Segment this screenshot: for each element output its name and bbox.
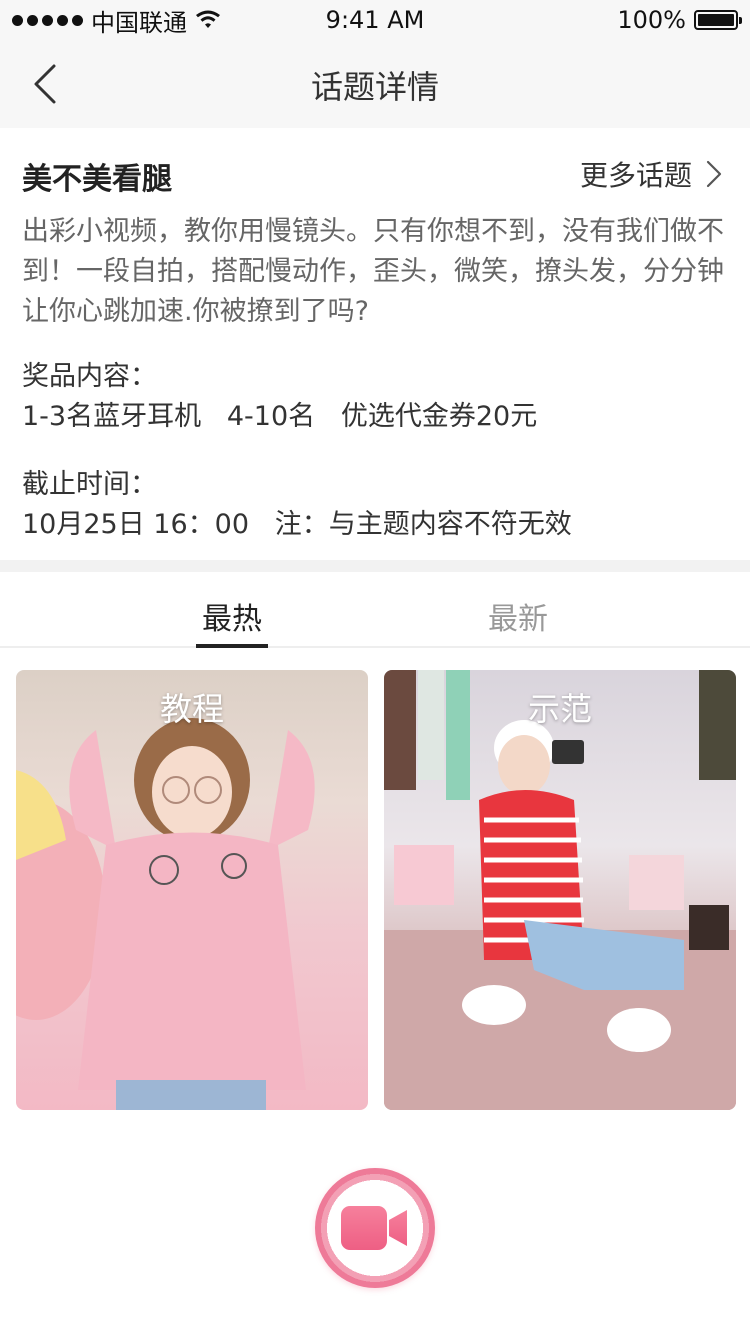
more-topics-link[interactable]: 更多话题	[580, 154, 724, 194]
card-photo-tutorial	[16, 718, 315, 1110]
record-video-button[interactable]	[315, 1168, 435, 1288]
tab-hottest[interactable]: 最热	[172, 594, 292, 638]
tab-bar: 最热 最新	[0, 572, 750, 648]
topic-name: 美不美看腿	[22, 162, 172, 197]
battery-icon	[694, 10, 742, 30]
video-card-demo[interactable]: 示范	[384, 670, 736, 1110]
deadline-label: 截止时间：	[22, 469, 157, 500]
status-bar: 中国联通 9:41 AM 100%	[0, 0, 750, 40]
section-divider	[0, 560, 750, 572]
prize-value: 1-3名蓝牙耳机 4-10名 优选代金券20元	[22, 401, 538, 432]
page-title: 话题详情	[310, 68, 439, 106]
deadline-value: 10月25日 16：00 注：与主题内容不符无效	[22, 509, 572, 540]
video-card-tutorial[interactable]: 教程	[16, 670, 368, 1110]
topic-description: 出彩小视频，教你用慢镜头。只有你想不到，没有我们做不到！一段自拍，搭配慢动作，歪…	[22, 216, 724, 327]
card-title-tutorial: 教程	[159, 690, 224, 728]
card-photo-demo	[384, 670, 736, 1110]
nav-bar: 话题详情	[0, 40, 750, 128]
video-camera-icon	[341, 1206, 407, 1250]
chevron-right-icon	[706, 160, 722, 188]
tab-indicator	[196, 644, 268, 648]
tab-newest[interactable]: 最新	[458, 594, 578, 638]
status-right: 100%	[617, 6, 742, 34]
battery-percent: 100%	[617, 6, 686, 34]
topic-info: 美不美看腿 更多话题 出彩小视频，教你用慢镜头。只有你想不到，没有我们做不到！一…	[0, 128, 750, 560]
card-title-demo: 示范	[527, 690, 592, 728]
more-topics-label: 更多话题	[579, 159, 692, 192]
prize-label: 奖品内容：	[22, 361, 157, 392]
